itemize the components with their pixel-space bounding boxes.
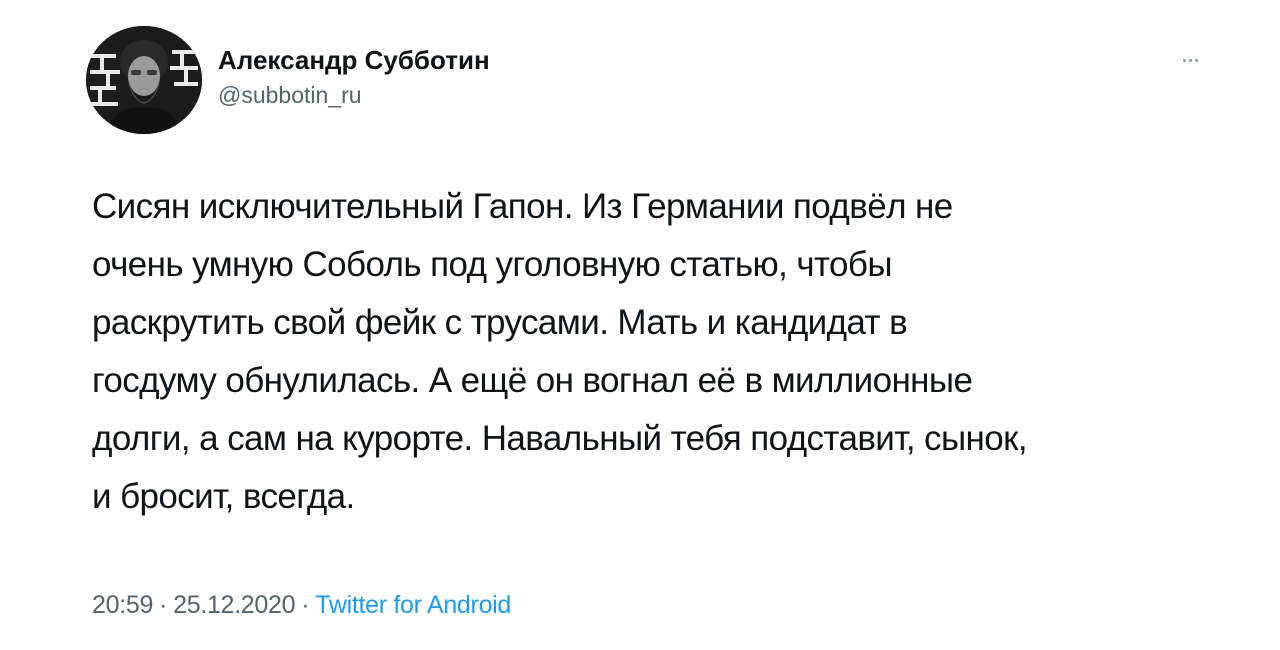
tweet-card: Александр Субботин @subbotin_ru Сисян ис…	[0, 0, 1280, 650]
author-handle[interactable]: @subbotin_ru	[218, 80, 490, 110]
tweet-source-link[interactable]: Twitter for Android	[315, 591, 511, 619]
more-dots-icon	[1194, 58, 1198, 62]
tweet-text-line: Сисян исключительный Гапон. Из Германии …	[92, 187, 953, 226]
meta-separator: ·	[301, 591, 310, 619]
author-display-name[interactable]: Александр Субботин	[218, 44, 490, 76]
avatar[interactable]	[86, 26, 202, 134]
more-dots-icon	[1182, 58, 1186, 62]
tweet-text: Сисян исключительный Гапон. Из Германии …	[92, 178, 1232, 526]
tweet-text-line: раскрутить свой фейк с трусами. Мать и к…	[92, 303, 908, 342]
author-block: Александр Субботин @subbotin_ru	[218, 44, 490, 110]
tweet-meta: 20:59 · 25.12.2020 · Twitter for Android	[92, 590, 511, 620]
tweet-date[interactable]: 25.12.2020	[173, 591, 295, 619]
tweet-text-line: и бросит, всегда.	[92, 477, 355, 516]
more-options-button[interactable]	[1170, 48, 1210, 72]
tweet-time[interactable]: 20:59	[92, 591, 153, 619]
tweet-text-line: очень умную Соболь под уголовную статью,…	[92, 245, 893, 284]
more-dots-icon	[1188, 58, 1192, 62]
user-avatar-photo-icon	[86, 26, 202, 134]
tweet-text-line: долги, а сам на курорте. Навальный тебя …	[92, 419, 1028, 458]
meta-separator: ·	[159, 591, 168, 619]
tweet-text-line: госдуму обнулилась. А ещё он вогнал её в…	[92, 361, 973, 400]
